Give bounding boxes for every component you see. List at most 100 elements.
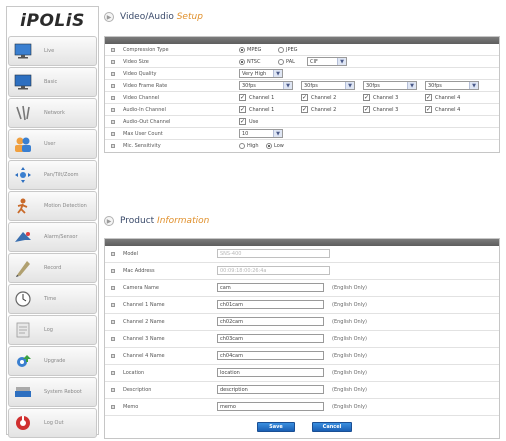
sidebar-item-record[interactable]: Record — [8, 253, 97, 283]
radio-button[interactable] — [266, 143, 272, 149]
checkbox[interactable]: ✓ — [425, 106, 432, 113]
bullet-icon — [111, 371, 115, 375]
sidebar-item-ptz[interactable]: Pan/Tilt/Zoom — [8, 160, 97, 190]
radio-label: High — [247, 143, 259, 149]
channel-3-name-input[interactable]: ch03cam — [217, 334, 324, 343]
max-user-select[interactable]: 10 ▼ — [239, 129, 283, 138]
sidebar-item-log-out[interactable]: Log Out — [8, 408, 97, 438]
video-channel-3-checkbox[interactable]: ✓ Channel 3 — [363, 94, 398, 101]
mic-high-radio[interactable]: High — [239, 143, 259, 149]
audio-in-row: Audio-In Channel ✓ Channel 1 ✓ Channel 2 ✓… — [105, 104, 499, 116]
radio-button[interactable] — [278, 58, 284, 65]
row-label: Camera Name — [123, 285, 159, 291]
video-quality-select[interactable]: Very High ▼ — [239, 69, 283, 78]
jpeg-radio[interactable]: JPEG — [278, 46, 298, 53]
sidebar-item-system-reboot[interactable]: System Reboot — [8, 377, 97, 407]
sidebar-item-user[interactable]: User — [8, 129, 97, 159]
video-channel-2-checkbox[interactable]: ✓ Channel 2 — [301, 94, 336, 101]
sidebar-item-label: Basic — [44, 79, 58, 85]
location-input[interactable]: location — [217, 368, 324, 377]
video-size-select[interactable]: CIF ▼ — [307, 57, 347, 66]
checkbox[interactable]: ✓ — [363, 106, 370, 113]
checkbox[interactable]: ✓ — [363, 94, 370, 101]
camera-name-input[interactable]: cam — [217, 283, 324, 292]
ntsc-radio[interactable]: NTSC — [239, 58, 260, 65]
row-label: Audio-In Channel — [123, 106, 166, 113]
video-channel-4-checkbox[interactable]: ✓ Channel 4 — [425, 94, 460, 101]
model-row: Model SNS-400 — [105, 246, 499, 263]
mpeg-radio[interactable]: MPEG — [239, 46, 261, 53]
checkbox[interactable]: ✓ — [301, 106, 308, 113]
frame-rate-select-2[interactable]: 30fps ▼ — [301, 81, 355, 90]
sidebar-item-label: Log — [44, 327, 53, 333]
checkbox[interactable]: ✓ — [301, 94, 308, 101]
description-input[interactable]: description — [217, 385, 324, 394]
section-arrow-icon: ▶ — [104, 216, 114, 226]
memo-input[interactable]: memo — [217, 402, 324, 411]
audio-in-4-checkbox[interactable]: ✓ Channel 4 — [425, 106, 460, 113]
chevron-down-icon[interactable]: ▼ — [337, 58, 346, 65]
bullet-icon — [111, 252, 115, 256]
cancel-button[interactable]: Cancel — [312, 422, 352, 432]
logo: iPOLiS — [20, 11, 85, 31]
users-icon — [12, 134, 34, 154]
memo-row: Memo memo (English Only) — [105, 399, 499, 416]
mac-address-row: Mac Address 00:09:18:00:26:4a — [105, 263, 499, 280]
audio-in-2-checkbox[interactable]: ✓ Channel 2 — [301, 106, 336, 113]
bullet-icon — [111, 337, 115, 341]
video-size-row: Video Size NTSC PAL CIF ▼ — [105, 56, 499, 68]
sidebar-item-time[interactable]: Time — [8, 284, 97, 314]
frame-rate-select-4[interactable]: 30fps ▼ — [425, 81, 479, 90]
chevron-down-icon[interactable]: ▼ — [273, 130, 282, 137]
channel-1-name-input[interactable]: ch01cam — [217, 300, 324, 309]
frame-rate-select-3[interactable]: 30fps ▼ — [363, 81, 417, 90]
radio-button[interactable] — [278, 46, 284, 53]
checkbox[interactable]: ✓ — [425, 94, 432, 101]
english-only-hint: (English Only) — [332, 370, 367, 376]
chevron-down-icon[interactable]: ▼ — [407, 82, 416, 89]
sidebar-item-basic[interactable]: Basic — [8, 67, 97, 97]
audio-in-3-checkbox[interactable]: ✓ Channel 3 — [363, 106, 398, 113]
sidebar-item-label: System Reboot — [44, 389, 82, 395]
location-row: Location location (English Only) — [105, 365, 499, 382]
audio-out-use-checkbox[interactable]: ✓ Use — [239, 118, 258, 125]
monitor-icon — [12, 41, 34, 61]
sidebar-item-live[interactable]: Live — [8, 36, 97, 66]
save-button[interactable]: Save — [257, 422, 295, 432]
audio-in-1-checkbox[interactable]: ✓ Channel 1 — [239, 106, 274, 113]
frame-rate-select-1[interactable]: 30fps ▼ — [239, 81, 293, 90]
sidebar-item-label: Log Out — [44, 420, 64, 426]
row-label: Video Quality — [123, 70, 157, 77]
sidebar-item-log[interactable]: Log — [8, 315, 97, 345]
row-label: Video Size — [123, 58, 149, 65]
chevron-down-icon[interactable]: ▼ — [469, 82, 478, 89]
sidebar-item-alarm-sensor[interactable]: Alarm/Sensor — [8, 222, 97, 252]
checkbox[interactable]: ✓ — [239, 94, 246, 101]
product-info-panel: Model SNS-400 Mac Address 00:09:18:00:26… — [104, 238, 500, 439]
video-audio-setup-title: ▶ Video/Audio Setup — [104, 10, 203, 24]
checkbox-label: Channel 4 — [435, 94, 461, 101]
channel-4-name-input[interactable]: ch04cam — [217, 351, 324, 360]
channel-2-name-input[interactable]: ch02cam — [217, 317, 324, 326]
chevron-down-icon[interactable]: ▼ — [345, 82, 354, 89]
record-icon — [12, 258, 34, 278]
pal-radio[interactable]: PAL — [278, 58, 295, 65]
chevron-down-icon[interactable]: ▼ — [273, 70, 282, 77]
radio-button[interactable] — [239, 143, 245, 149]
sidebar-item-motion-detection[interactable]: Motion Detection — [8, 191, 97, 221]
radio-button[interactable] — [239, 58, 245, 65]
radio-label: PAL — [286, 58, 295, 65]
checkbox[interactable]: ✓ — [239, 106, 246, 113]
video-channel-1-checkbox[interactable]: ✓ Channel 1 — [239, 94, 274, 101]
radio-button[interactable] — [239, 46, 245, 53]
bullet-icon — [111, 48, 115, 52]
sidebar-item-upgrade[interactable]: Upgrade — [8, 346, 97, 376]
logout-icon — [12, 413, 34, 433]
bullet-icon — [111, 320, 115, 324]
mic-low-radio[interactable]: Low — [266, 143, 284, 149]
chevron-down-icon[interactable]: ▼ — [283, 82, 292, 89]
sidebar-item-network[interactable]: Network — [8, 98, 97, 128]
channel-1-name-row: Channel 1 Name ch01cam (English Only) — [105, 297, 499, 314]
checkbox[interactable]: ✓ — [239, 118, 246, 125]
bullet-icon — [111, 132, 115, 136]
